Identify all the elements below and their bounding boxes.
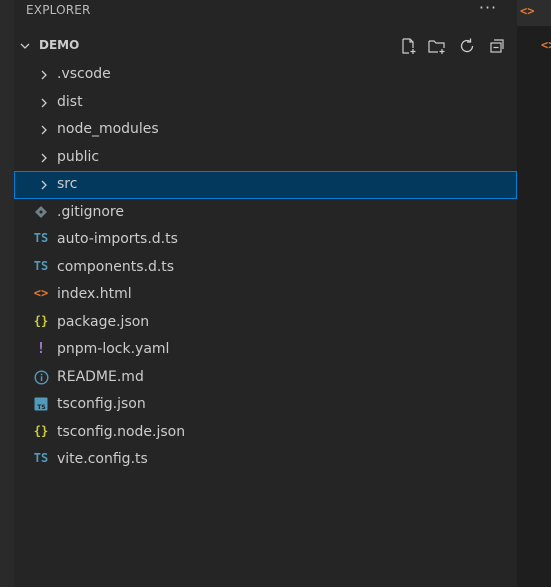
workspace-section-header[interactable]: DEMO <box>14 34 517 58</box>
activity-bar-edge <box>0 0 14 587</box>
html-file-icon: <> <box>541 38 551 52</box>
chevron-right-icon <box>41 153 47 162</box>
workspace-title: DEMO <box>39 38 80 52</box>
new-folder-icon[interactable] <box>427 36 449 58</box>
chevron-right-icon <box>41 180 47 190</box>
refresh-icon[interactable] <box>457 36 479 58</box>
typescript-icon: TS <box>33 451 49 465</box>
chevron-right-icon <box>41 98 47 107</box>
json-icon: {} <box>33 423 49 438</box>
tree-item-label: auto-imports.d.ts <box>57 231 178 247</box>
tree-item-label: index.html <box>57 286 132 302</box>
editor-area: <> <> <box>517 0 551 587</box>
tree-file-package-json[interactable]: {} package.json <box>14 309 517 337</box>
tree-item-label: components.d.ts <box>57 258 175 275</box>
tree-item-label: README.md <box>57 368 144 385</box>
git-icon <box>32 204 50 222</box>
tree-item-label: tsconfig.json <box>57 396 146 412</box>
chevron-down-icon <box>20 43 30 49</box>
ts-config-icon: TS <box>32 396 50 414</box>
collapse-all-icon[interactable] <box>487 36 509 58</box>
chevron-right-icon <box>41 70 47 80</box>
tree-item-label: public <box>57 148 100 165</box>
tree-item-label: vite.config.ts <box>57 451 148 467</box>
tree-folder-src[interactable]: src <box>14 171 517 199</box>
explorer-header: EXPLORER <box>26 3 91 23</box>
tree-item-label: .gitignore <box>57 203 124 220</box>
yaml-icon: ! <box>36 339 46 357</box>
svg-text:TS: TS <box>37 404 45 411</box>
tree-file-tsconfig[interactable]: TS tsconfig.json <box>14 391 517 419</box>
tree-file-vite-config[interactable]: TS vite.config.ts <box>14 446 517 474</box>
tree-item-label: pnpm-lock.yaml <box>57 341 170 357</box>
chevron-right-icon <box>41 125 47 135</box>
tree-file-readme[interactable]: README.md <box>14 364 517 392</box>
editor-tab-strip[interactable]: <> <box>517 0 551 26</box>
tree-item-label: src <box>57 176 78 192</box>
html-file-icon: <> <box>520 4 535 18</box>
new-file-icon[interactable] <box>398 36 420 58</box>
tree-item-label: dist <box>57 93 83 110</box>
tree-folder-dist[interactable]: dist <box>14 89 517 117</box>
tree-folder-vscode[interactable]: .vscode <box>14 61 517 89</box>
tree-file-pnpm-lock[interactable]: ! pnpm-lock.yaml <box>14 336 517 364</box>
info-icon <box>32 369 50 387</box>
tree-file-gitignore[interactable]: .gitignore <box>14 199 517 227</box>
tree-folder-node-modules[interactable]: node_modules <box>14 116 517 144</box>
tree-folder-public[interactable]: public <box>14 144 517 172</box>
json-icon: {} <box>33 313 49 328</box>
tree-file-tsconfig-node[interactable]: {} tsconfig.node.json <box>14 419 517 447</box>
tree-item-label: package.json <box>57 313 150 330</box>
tree-item-label: node_modules <box>57 121 159 137</box>
file-tree: .vscode dist node_modules public src .gi… <box>14 61 517 474</box>
tree-item-label: tsconfig.node.json <box>57 423 186 440</box>
tree-file-components[interactable]: TS components.d.ts <box>14 254 517 282</box>
explorer-title: EXPLORER <box>26 3 91 17</box>
ellipsis-icon[interactable]: ··· <box>478 0 498 20</box>
typescript-icon: TS <box>33 231 49 245</box>
tree-file-index-html[interactable]: <> index.html <box>14 281 517 309</box>
tree-item-label: .vscode <box>57 66 111 82</box>
tree-file-auto-imports[interactable]: TS auto-imports.d.ts <box>14 226 517 254</box>
html-icon: <> <box>33 286 49 300</box>
typescript-icon: TS <box>33 258 49 273</box>
